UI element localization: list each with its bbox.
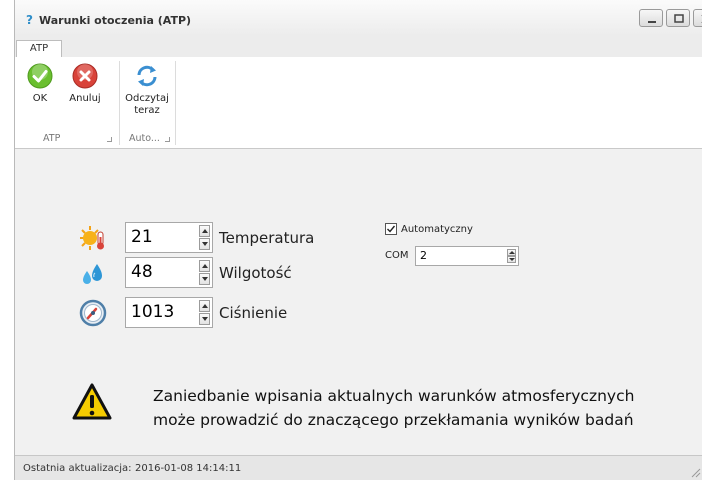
ok-button[interactable]: OK (23, 63, 57, 105)
temperature-increment[interactable] (199, 225, 210, 237)
read-now-label-line2: teraz (134, 105, 160, 116)
cancel-icon (72, 63, 98, 89)
com-increment[interactable] (507, 249, 516, 256)
temperature-decrement[interactable] (199, 238, 210, 250)
title-bar[interactable]: ? Warunki otoczenia (ATP) (15, 0, 702, 36)
com-decrement[interactable] (507, 256, 516, 263)
temperature-row: 21 Temperatura (79, 222, 314, 253)
warning-line-1: Zaniedbanie wpisania aktualnych warunków… (153, 387, 635, 405)
ok-label: OK (32, 93, 48, 104)
humidity-row: 48 Wilgotość (79, 257, 292, 288)
status-bar: Ostatnia aktualizacja: 2016-01-08 14:14:… (15, 455, 702, 480)
com-spinner[interactable] (507, 249, 516, 263)
auto-checkbox[interactable] (385, 223, 397, 235)
read-now-label-line1: Odczytaj (125, 93, 169, 104)
refresh-icon (137, 65, 157, 87)
humidity-value: 48 (131, 262, 153, 282)
pressure-row: 1013 Ciśnienie (79, 297, 287, 328)
last-update-label: Ostatnia aktualizacja: (23, 463, 132, 474)
resize-grip-icon[interactable] (689, 466, 701, 478)
last-update-value: 2016-01-08 14:14:11 (135, 463, 242, 474)
pressure-label: Ciśnienie (219, 303, 288, 322)
arrow-down-icon (202, 242, 208, 246)
ribbon: OK Anuluj ATP Odczytaj teraz Auto... (15, 57, 702, 149)
humidity-increment[interactable] (199, 260, 210, 272)
arrow-up-icon (509, 251, 515, 254)
arrow-up-icon (202, 264, 208, 268)
humidity-input[interactable]: 48 (125, 257, 213, 288)
arrow-down-icon (509, 258, 515, 261)
arrow-up-icon (202, 229, 208, 233)
atp-window: ? Warunki otoczenia (ATP) ATP OK Anuluj … (14, 0, 702, 480)
ribbon-tabstrip: ATP (15, 36, 702, 59)
minimize-icon (648, 21, 656, 23)
arrow-down-icon (202, 277, 208, 281)
content-panel: 21 Temperatura 48 Wilgotość 1013 Ciśnien… (15, 150, 702, 454)
pressure-value: 1013 (131, 302, 175, 322)
temperature-label: Temperatura (219, 228, 315, 247)
app-help-icon: ? (26, 13, 33, 25)
com-value: 2 (420, 249, 427, 262)
maximize-icon (674, 14, 684, 23)
cancel-button[interactable]: Anuluj (65, 63, 105, 105)
group-launcher-atp[interactable] (107, 137, 112, 142)
group-label-atp: ATP (43, 133, 61, 144)
warning-line-2: może prowadzić do znaczącego przekłamani… (153, 411, 634, 429)
check-icon (27, 63, 53, 89)
warning-message: Zaniedbanie wpisania aktualnych warunków… (153, 384, 634, 432)
read-now-button[interactable]: Odczytaj teraz (119, 63, 175, 117)
auto-checkbox-row[interactable]: Automatyczny (385, 223, 473, 235)
arrow-up-icon (202, 304, 208, 308)
temperature-input[interactable]: 21 (125, 222, 213, 253)
humidity-spinner[interactable] (199, 260, 210, 285)
humidity-label: Wilgotość (219, 263, 292, 282)
group-label-auto: Auto... (129, 133, 160, 144)
pressure-input[interactable]: 1013 (125, 297, 213, 328)
temperature-value: 21 (131, 227, 153, 247)
checkmark-icon (387, 225, 396, 233)
cancel-label: Anuluj (69, 93, 101, 104)
window-title: Warunki otoczenia (ATP) (39, 14, 192, 27)
auto-label: Automatyczny (401, 223, 473, 235)
humidity-decrement[interactable] (199, 273, 210, 285)
maximize-button[interactable] (666, 9, 690, 27)
warning-icon (72, 383, 112, 420)
sun-thermometer-icon (80, 225, 104, 250)
arrow-down-icon (202, 317, 208, 321)
com-input[interactable]: 2 (415, 246, 519, 266)
water-drops-icon (83, 263, 102, 284)
gauge-icon (79, 299, 107, 326)
svg-text:?: ? (26, 13, 33, 25)
pressure-spinner[interactable] (199, 300, 210, 325)
group-separator (175, 61, 176, 145)
close-icon (701, 15, 702, 23)
temperature-spinner[interactable] (199, 225, 210, 250)
com-label: COM (385, 250, 409, 261)
window-controls (639, 9, 702, 27)
close-button[interactable] (693, 9, 702, 27)
pressure-increment[interactable] (199, 300, 210, 312)
minimize-button[interactable] (639, 9, 663, 27)
pressure-decrement[interactable] (199, 313, 210, 325)
group-launcher-auto[interactable] (165, 137, 170, 142)
